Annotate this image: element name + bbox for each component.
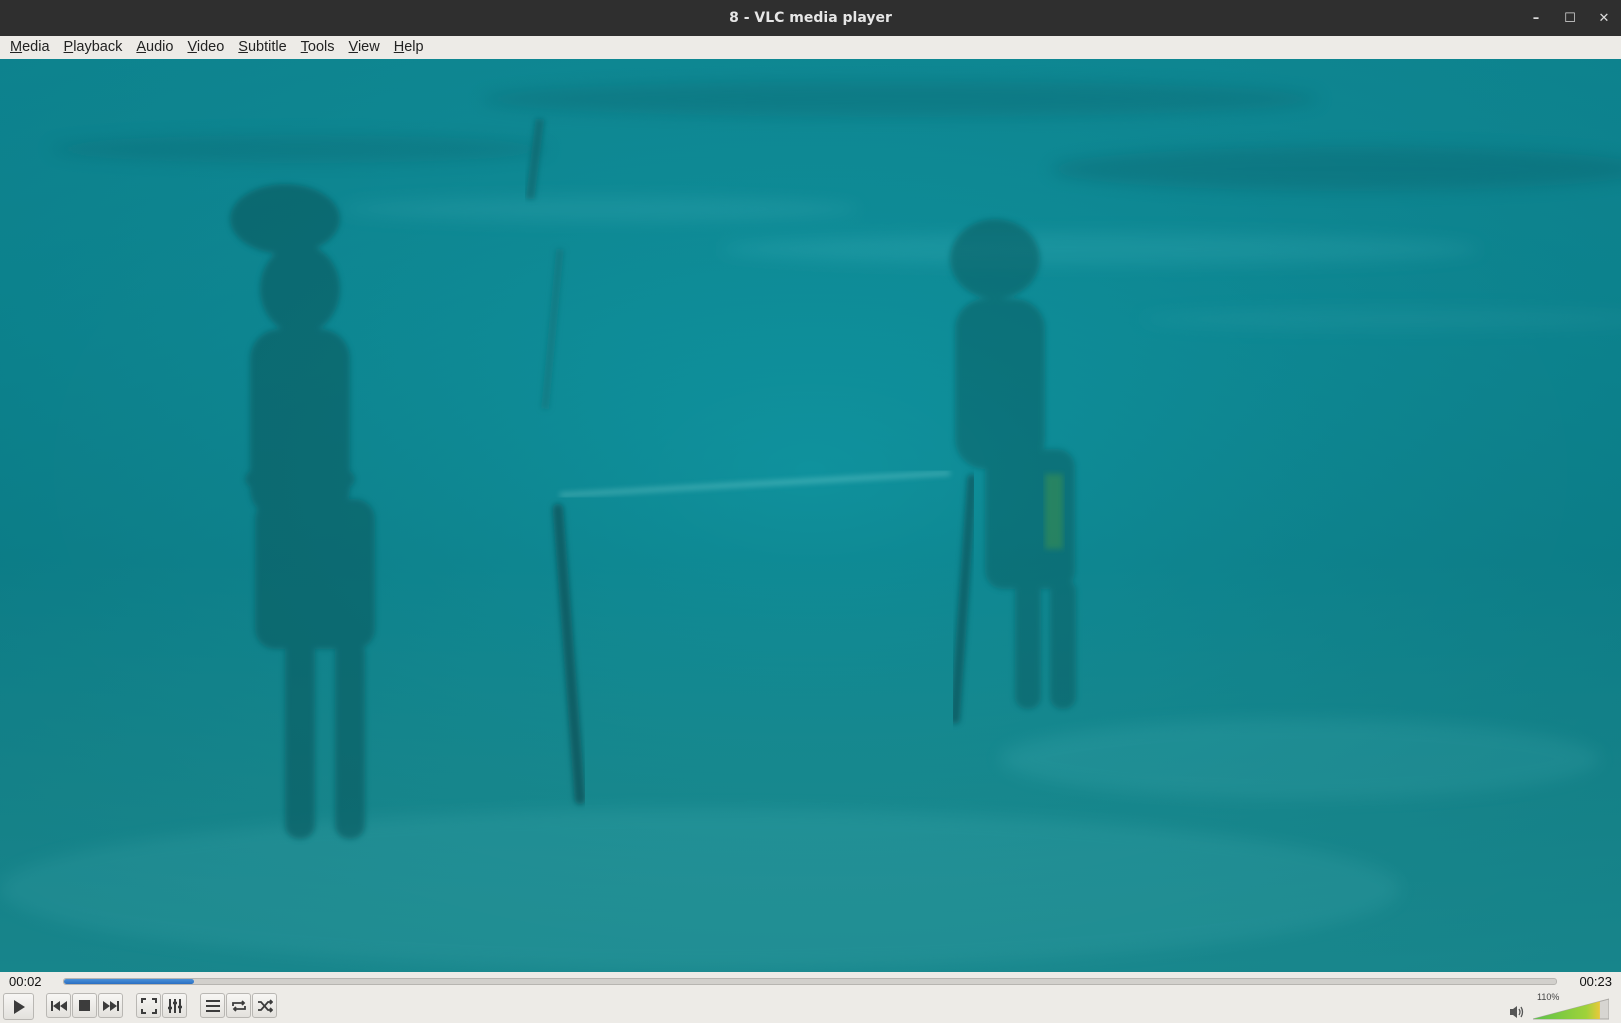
menu-bar: Media Playback Audio Video Subtitle Tool… [0, 36, 1621, 60]
next-icon [102, 1000, 119, 1011]
seek-slider[interactable] [63, 978, 1557, 985]
minimize-button[interactable]: – [1519, 0, 1553, 36]
maximize-button[interactable]: ☐ [1553, 0, 1587, 36]
extended-settings-button[interactable] [162, 993, 187, 1018]
stop-icon [79, 1000, 90, 1011]
maximize-icon: ☐ [1564, 10, 1576, 26]
playlist-button[interactable] [200, 993, 225, 1018]
control-bar: 110% [0, 990, 1621, 1023]
previous-icon [50, 1000, 67, 1011]
menu-label: layback [73, 39, 123, 55]
menu-label: elp [404, 39, 424, 55]
elapsed-time: 00:02 [9, 974, 42, 989]
video-area[interactable] [0, 59, 1621, 972]
window-controls: – ☐ ✕ [1519, 0, 1621, 36]
menu-label: edia [22, 39, 50, 55]
stop-button[interactable] [72, 993, 97, 1018]
total-time[interactable]: 00:23 [1579, 974, 1612, 989]
menu-mnemonic: M [10, 39, 23, 55]
menu-subtitle[interactable]: Subtitle [231, 36, 293, 59]
menu-video[interactable]: Video [180, 36, 231, 59]
menu-media[interactable]: Media [0, 36, 57, 59]
close-button[interactable]: ✕ [1587, 0, 1621, 36]
play-icon [13, 999, 25, 1014]
menu-mnemonic: V [187, 39, 197, 55]
title-bar: 8 - VLC media player – ☐ ✕ [0, 0, 1621, 36]
menu-label: udio [146, 39, 174, 55]
menu-mnemonic: H [393, 39, 405, 55]
vignette [0, 59, 1621, 972]
menu-mnemonic: A [136, 39, 147, 55]
window-title: 8 - VLC media player [729, 10, 892, 26]
speaker-icon[interactable] [1509, 1005, 1527, 1019]
menu-label: ideo [196, 39, 225, 55]
loop-icon [231, 999, 246, 1012]
fullscreen-icon [140, 997, 157, 1014]
video-frame [0, 59, 1621, 972]
menu-help[interactable]: Help [387, 36, 431, 59]
menu-playback[interactable]: Playback [57, 36, 130, 59]
menu-label: iew [357, 39, 380, 55]
volume-control[interactable]: 110% [1503, 992, 1613, 1020]
menu-label: ools [307, 39, 335, 55]
menu-view[interactable]: View [342, 36, 387, 59]
playlist-icon [205, 999, 220, 1012]
loop-button[interactable] [226, 993, 251, 1018]
menu-label: ubtitle [247, 39, 287, 55]
random-icon [257, 998, 273, 1013]
menu-tools[interactable]: Tools [294, 36, 342, 59]
menu-mnemonic: V [348, 39, 358, 55]
menu-mnemonic: T [300, 39, 308, 55]
extended-settings-icon [167, 998, 182, 1013]
fullscreen-button[interactable] [136, 993, 161, 1018]
volume-slider[interactable] [1533, 998, 1609, 1020]
menu-mnemonic: P [63, 39, 74, 55]
menu-audio[interactable]: Audio [129, 36, 180, 59]
previous-button[interactable] [46, 993, 71, 1018]
close-icon: ✕ [1598, 10, 1610, 26]
random-button[interactable] [252, 993, 277, 1018]
seek-row: 00:02 00:23 [0, 972, 1621, 990]
minimize-icon: – [1532, 10, 1540, 26]
next-button[interactable] [98, 993, 123, 1018]
menu-mnemonic: S [238, 39, 248, 55]
seek-progress [64, 979, 194, 984]
play-button[interactable] [3, 993, 34, 1020]
